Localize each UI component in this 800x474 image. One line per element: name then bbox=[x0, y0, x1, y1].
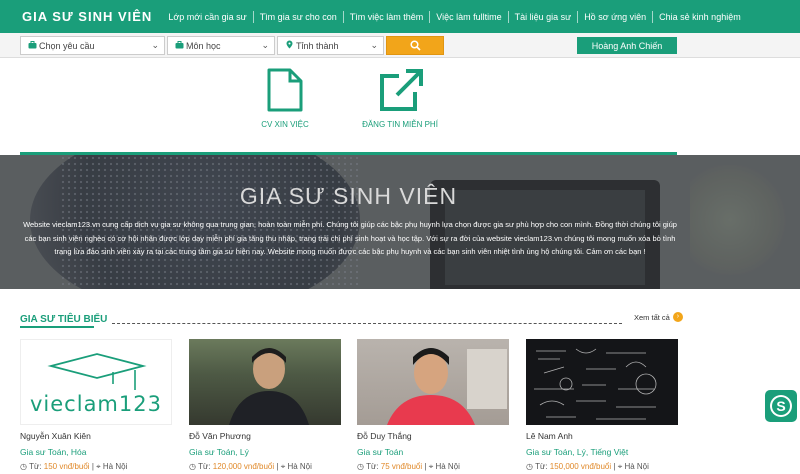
search-button[interactable] bbox=[386, 36, 444, 55]
tutor-card[interactable]: Đỗ Duy Thắng Gia sư Toán ◷ Từ: 75 vnđ/bu… bbox=[357, 339, 509, 474]
nav-link-share-experience[interactable]: Chia sẻ kinh nghiệm bbox=[652, 10, 747, 23]
tutor-meta: ◷ Từ: 150,000 vnđ/buổi | ⌖ Hà Nội bbox=[526, 462, 678, 472]
map-pin-icon: ⌖ bbox=[96, 462, 101, 471]
tutor-name[interactable]: Nguyễn Xuân Kiên bbox=[20, 431, 172, 441]
subject-select-value: Môn học bbox=[186, 40, 221, 51]
tutor-meta: ◷ Từ: 150 vnđ/buổi | ⌖ Hà Nội bbox=[20, 462, 172, 472]
see-all-link[interactable]: Xem tất cả › bbox=[634, 312, 683, 322]
nav-link-part-time-jobs[interactable]: Tìm việc làm thêm bbox=[342, 10, 430, 23]
tutor-photo: vieclam123 bbox=[20, 339, 172, 425]
briefcase-icon bbox=[172, 40, 186, 51]
tutor-name[interactable]: Lê Nam Anh bbox=[526, 431, 678, 441]
chevron-down-icon: ⌄ bbox=[370, 40, 378, 50]
chalkboard-math-image bbox=[534, 348, 657, 420]
nav-link-new-classes[interactable]: Lớp mới cần gia sư bbox=[162, 11, 252, 23]
external-link-icon bbox=[380, 69, 423, 111]
requirement-select[interactable]: Chọn yêu cầu ⌄ bbox=[20, 36, 165, 55]
tutor-photo bbox=[189, 339, 341, 425]
clock-icon: ◷ bbox=[189, 462, 196, 471]
separator: | bbox=[276, 462, 279, 471]
tutor-photo bbox=[526, 339, 678, 425]
tutor-fee: 150,000 vnđ/buổi bbox=[549, 462, 612, 471]
fee-prefix: Từ: bbox=[198, 462, 211, 471]
city-select-value: Tỉnh thành bbox=[296, 40, 339, 51]
site-logo[interactable]: GIA SƯ SINH VIÊN bbox=[22, 9, 152, 24]
requirement-select-value: Chọn yêu cầu bbox=[39, 40, 95, 51]
post-job-action-label: ĐĂNG TIN MIỄN PHÍ bbox=[362, 120, 438, 129]
tutor-subjects: Gia sư Toán, Hóa bbox=[20, 447, 87, 457]
subject-select[interactable]: Môn học ⌄ bbox=[167, 36, 275, 55]
document-icon bbox=[267, 68, 303, 112]
skype-chat-button[interactable]: S bbox=[765, 390, 797, 422]
fee-prefix: Từ: bbox=[535, 462, 548, 471]
post-job-action[interactable]: ĐĂNG TIN MIỄN PHÍ bbox=[355, 68, 445, 129]
tutor-fee: 75 vnđ/buổi bbox=[380, 462, 423, 471]
separator: | bbox=[91, 462, 94, 471]
tutor-photo bbox=[357, 339, 509, 425]
nav-links: Lớp mới cần gia sư Tìm gia sư cho con Tì… bbox=[162, 10, 747, 23]
city-select[interactable]: Tỉnh thành ⌄ bbox=[277, 36, 384, 55]
tutor-city: Hà Nội bbox=[624, 462, 649, 471]
tutor-city: Hà Nội bbox=[287, 462, 312, 471]
tutor-subjects: Gia sư Toán bbox=[357, 447, 404, 457]
tutor-name[interactable]: Đỗ Duy Thắng bbox=[357, 431, 509, 441]
nav-link-candidate-profiles[interactable]: Hồ sơ ứng viên bbox=[577, 10, 652, 23]
tutor-card[interactable]: Lê Nam Anh Gia sư Toán, Lý, Tiếng Việt ◷… bbox=[526, 339, 678, 474]
tutor-fee: 120,000 vnđ/buổi bbox=[212, 462, 275, 471]
map-pin-icon: ⌖ bbox=[280, 462, 286, 471]
hero-banner: GIA SƯ SINH VIÊN Website vieclam123.vn c… bbox=[0, 155, 800, 289]
skype-icon: S bbox=[770, 395, 792, 417]
clock-icon: ◷ bbox=[526, 462, 533, 471]
nav-link-fulltime-jobs[interactable]: Việc làm fulltime bbox=[429, 10, 507, 23]
map-pin-icon: ⌖ bbox=[428, 462, 434, 471]
tutor-meta: ◷ Từ: 75 vnđ/buổi | ⌖ Hà Nội bbox=[357, 462, 509, 472]
see-all-label: Xem tất cả bbox=[634, 312, 670, 322]
tutor-fee: 150 vnđ/buổi bbox=[43, 462, 90, 471]
arrow-right-icon: › bbox=[672, 312, 683, 322]
title-underline bbox=[20, 326, 94, 328]
hero-title: GIA SƯ SINH VIÊN bbox=[239, 183, 458, 209]
nav-link-tutor-documents[interactable]: Tài liệu gia sư bbox=[507, 10, 578, 23]
chevron-down-icon: ⌄ bbox=[151, 40, 159, 50]
nav-link-find-tutor[interactable]: Tìm gia sư cho con bbox=[252, 10, 343, 23]
tutor-meta: ◷ Từ: 120,000 vnđ/buổi | ⌖ Hà Nội bbox=[189, 462, 341, 472]
quick-actions: CV XIN VIỆC ĐĂNG TIN MIỄN PHÍ bbox=[0, 58, 800, 154]
svg-text:S: S bbox=[776, 398, 785, 414]
map-pin-icon bbox=[282, 40, 296, 51]
top-navigation: GIA SƯ SINH VIÊN Lớp mới cần gia sư Tìm … bbox=[0, 0, 800, 33]
tutor-name[interactable]: Đỗ Văn Phương bbox=[189, 431, 341, 441]
tutor-portrait bbox=[387, 348, 507, 425]
dotted-divider bbox=[112, 323, 622, 324]
tutor-card[interactable]: vieclam123 Nguyễn Xuân Kiên Gia sư Toán,… bbox=[20, 339, 172, 474]
fee-prefix: Từ: bbox=[29, 462, 42, 471]
search-icon bbox=[409, 40, 421, 51]
tutor-card[interactable]: Đỗ Văn Phương Gia sư Toán, Lý ◷ Từ: 120,… bbox=[189, 339, 341, 474]
cv-action[interactable]: CV XIN VIỆC bbox=[255, 68, 315, 129]
separator: | bbox=[424, 462, 427, 471]
fee-prefix: Từ: bbox=[366, 462, 379, 471]
tutor-portrait bbox=[229, 348, 309, 425]
tutor-city: Hà Nội bbox=[102, 462, 128, 471]
chevron-down-icon: ⌄ bbox=[261, 40, 269, 50]
tutor-city: Hà Nội bbox=[435, 462, 460, 471]
tutor-subjects: Gia sư Toán, Lý, Tiếng Việt bbox=[526, 447, 629, 457]
hero-description: Website vieclam123.vn cung cấp dịch vụ g… bbox=[23, 220, 677, 256]
briefcase-icon bbox=[25, 40, 39, 51]
clock-icon: ◷ bbox=[20, 462, 27, 471]
map-pin-icon: ⌖ bbox=[617, 462, 623, 471]
search-bar: Chọn yêu cầu ⌄ Môn học ⌄ Tỉnh thành ⌄ Ho… bbox=[0, 33, 800, 58]
separator: | bbox=[613, 462, 616, 471]
clock-icon: ◷ bbox=[357, 462, 364, 471]
user-account-button[interactable]: Hoàng Anh Chiến bbox=[577, 37, 677, 54]
logo-text: vieclam123 bbox=[30, 392, 162, 416]
featured-tutors-title: GIA SƯ TIÊU BIỂU bbox=[20, 314, 108, 325]
tutor-subjects: Gia sư Toán, Lý bbox=[189, 447, 249, 457]
cv-action-label: CV XIN VIỆC bbox=[261, 120, 309, 129]
